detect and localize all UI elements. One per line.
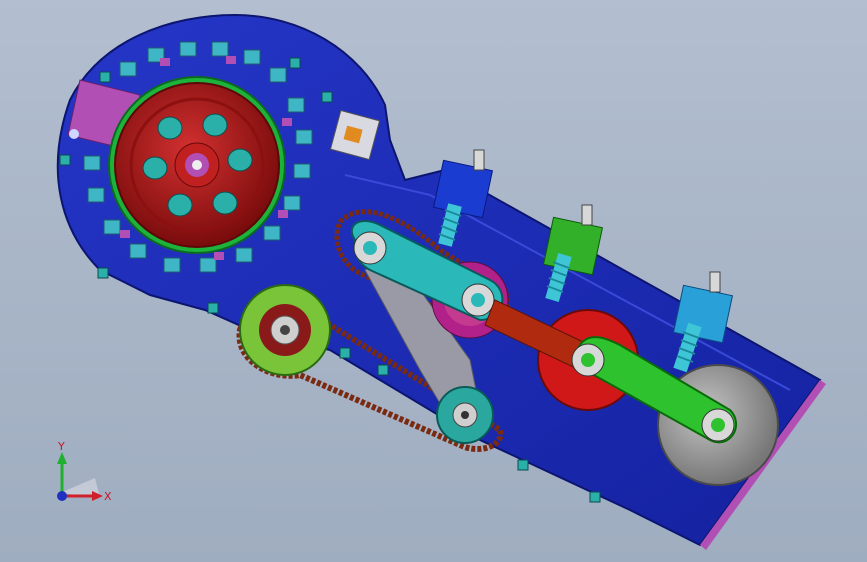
3d-viewport[interactable]: Y X: [0, 0, 867, 562]
y-axis-label: Y: [57, 440, 65, 453]
x-axis-label: X: [104, 490, 112, 503]
z-axis-icon: [57, 491, 67, 501]
coordinate-triad: Y X: [57, 440, 112, 503]
frame-bolt: [69, 129, 79, 139]
mechanism-assembly-model[interactable]: [0, 0, 867, 562]
